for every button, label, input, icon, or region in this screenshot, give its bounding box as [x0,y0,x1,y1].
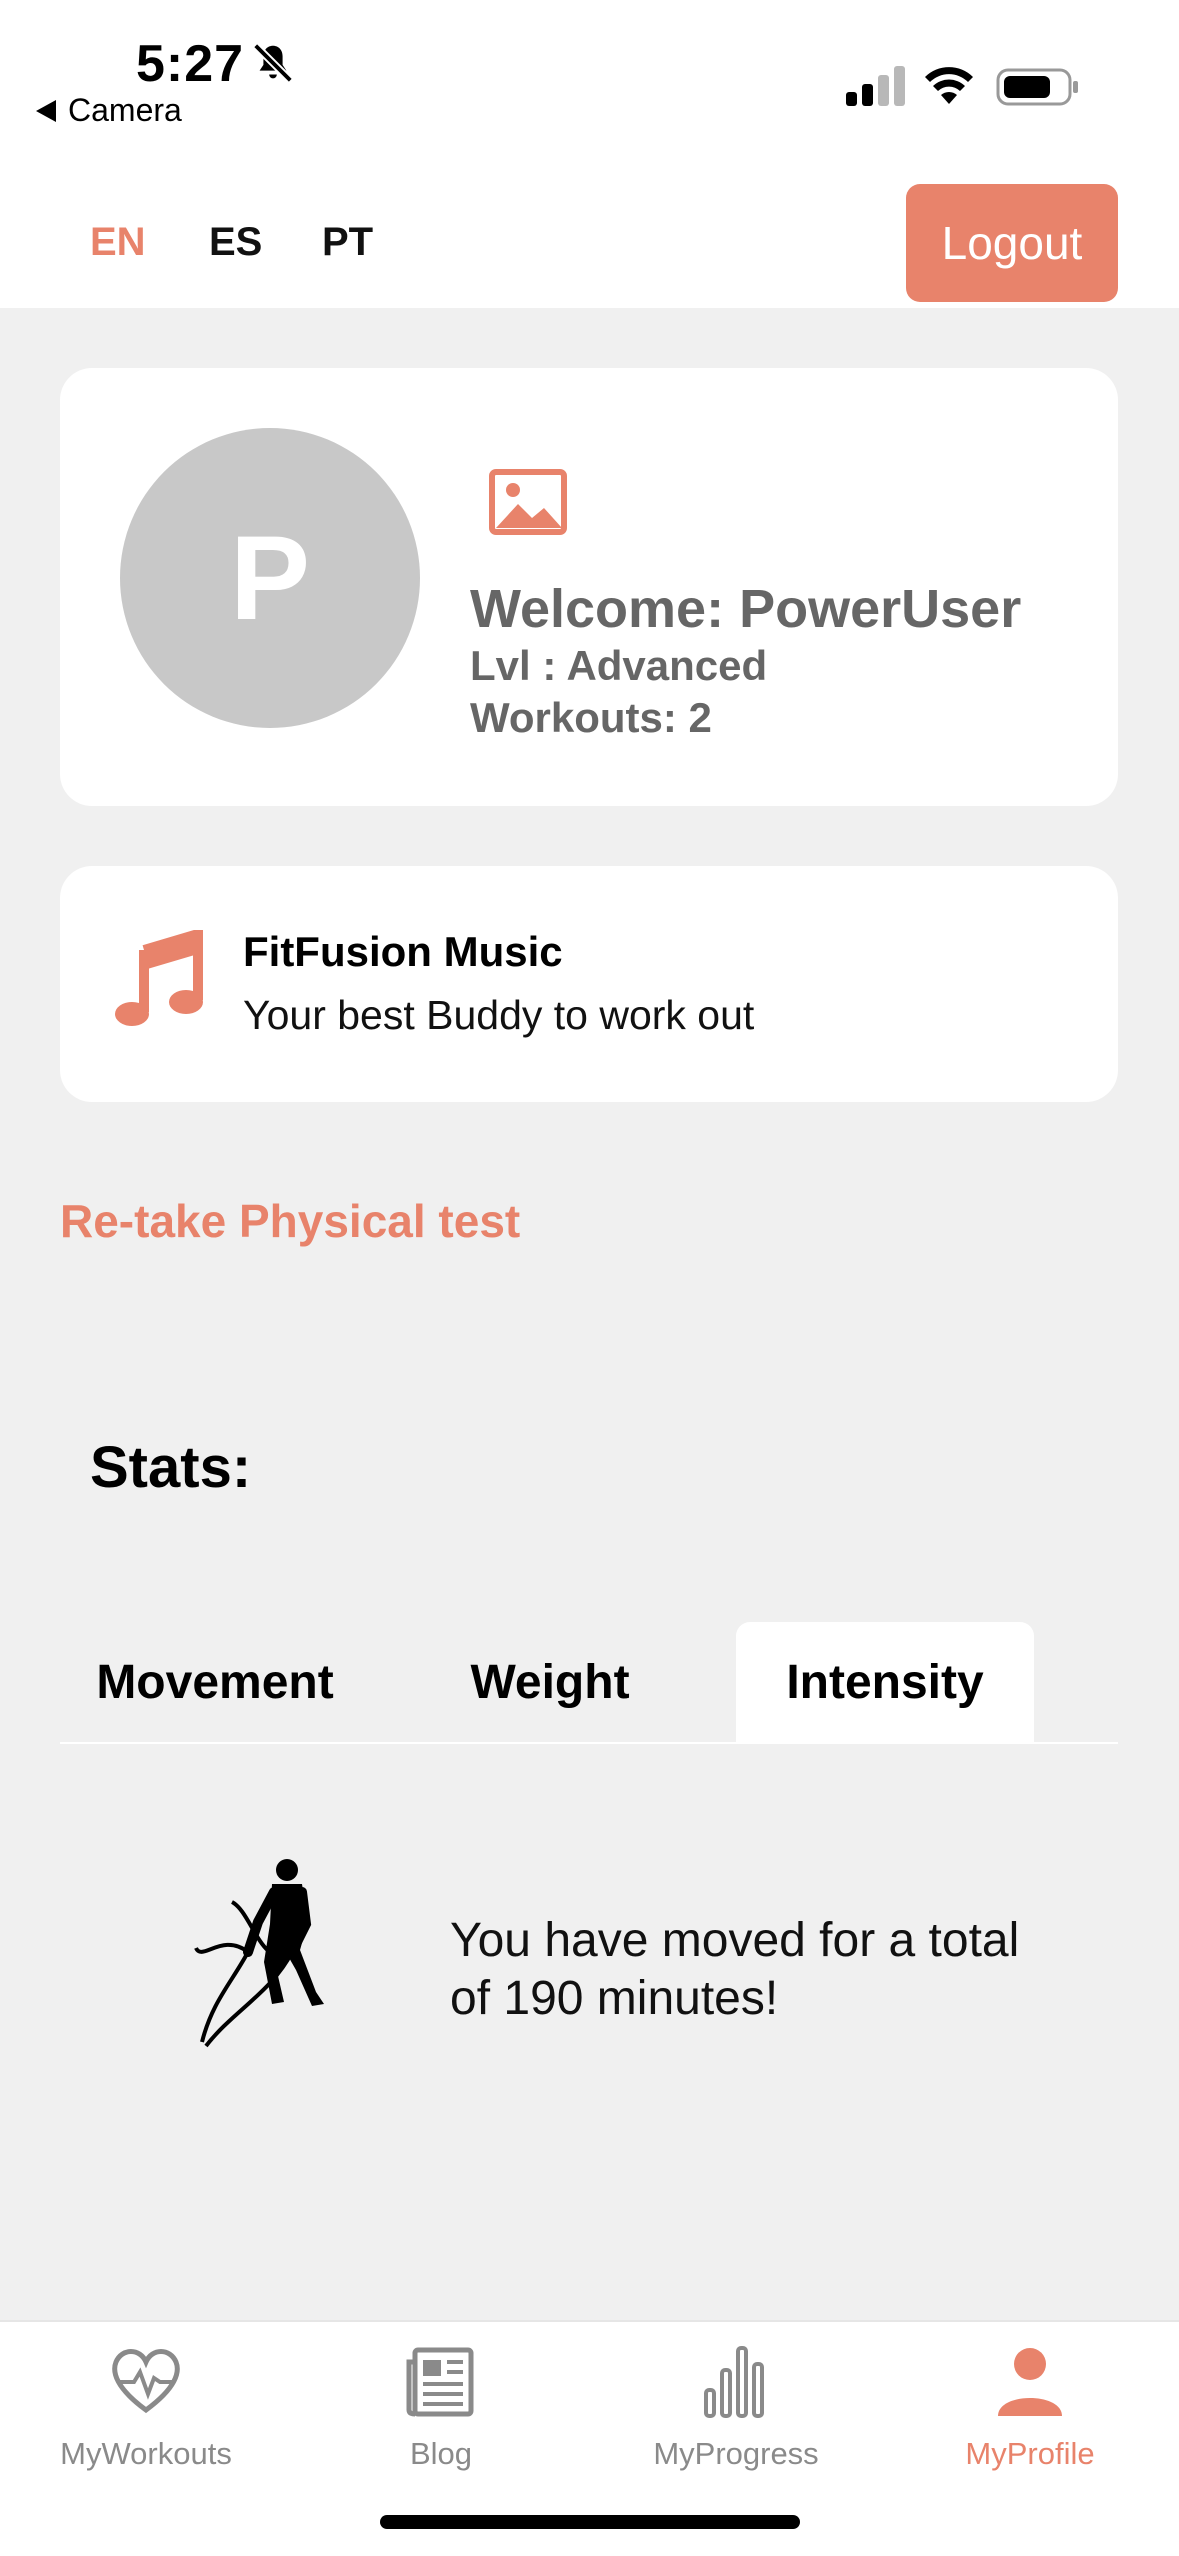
battle-ropes-athlete-icon [194,1859,324,2048]
nav-blog[interactable]: Blog [321,2322,561,2492]
nav-label-myworkouts: MyWorkouts [60,2436,232,2471]
wifi-icon [925,67,973,104]
music-subtitle: Your best Buddy to work out [243,992,755,1038]
music-card[interactable]: FitFusion Music Your best Buddy to work … [60,866,1118,1102]
nav-label-myprofile: MyProfile [965,2436,1095,2471]
music-note-icon [115,930,203,1026]
home-indicator [380,2515,800,2529]
image-upload-icon[interactable] [488,468,568,536]
back-arrow-icon [36,99,56,122]
avatar[interactable]: P [120,428,420,728]
back-to-camera[interactable]: Camera [36,92,182,129]
nav-label-blog: Blog [409,2436,473,2471]
back-label: Camera [68,92,182,128]
music-title: FitFusion Music [243,928,563,975]
language-pt[interactable]: PT [322,220,373,265]
welcome-text: Welcome: PowerUser [470,579,1022,639]
newspaper-icon [406,2347,474,2417]
workouts-count: Workouts: 2 [470,694,712,741]
nav-label-myprogress: MyProgress [653,2436,819,2471]
stats-tabs: Movement Weight Intensity [60,1622,1118,1744]
battery-icon [996,68,1078,106]
tab-weight[interactable]: Weight [400,1622,700,1742]
person-icon [998,2348,1062,2416]
movement-total-text: You have moved for a total of 190 minute… [450,1914,1020,2025]
retake-test-link[interactable]: Re-take Physical test [60,1194,520,1248]
cellular-signal-icon [846,66,905,106]
top-bar: EN ES PT Logout [0,180,1179,308]
heart-pulse-icon [112,2349,180,2414]
language-es[interactable]: ES [209,220,262,265]
nav-myworkouts[interactable]: MyWorkouts [26,2322,266,2492]
status-time: 5:27 [136,35,245,93]
profile-card: P Welcome: PowerUser Lvl : Advanced Work… [60,368,1118,806]
status-bar: 5:27 Camera [0,0,1179,180]
tab-intensity[interactable]: Intensity [736,1622,1034,1742]
bell-muted-icon [253,43,293,83]
language-en[interactable]: EN [90,220,146,265]
nav-myprogress[interactable]: MyProgress [616,2322,856,2492]
logout-button[interactable]: Logout [906,184,1118,302]
tab-movement[interactable]: Movement [60,1622,370,1742]
bar-chart-icon [704,2346,764,2418]
stats-heading: Stats: [90,1435,252,1500]
nav-myprofile[interactable]: MyProfile [910,2322,1150,2492]
level-text: Lvl : Advanced [470,642,768,689]
